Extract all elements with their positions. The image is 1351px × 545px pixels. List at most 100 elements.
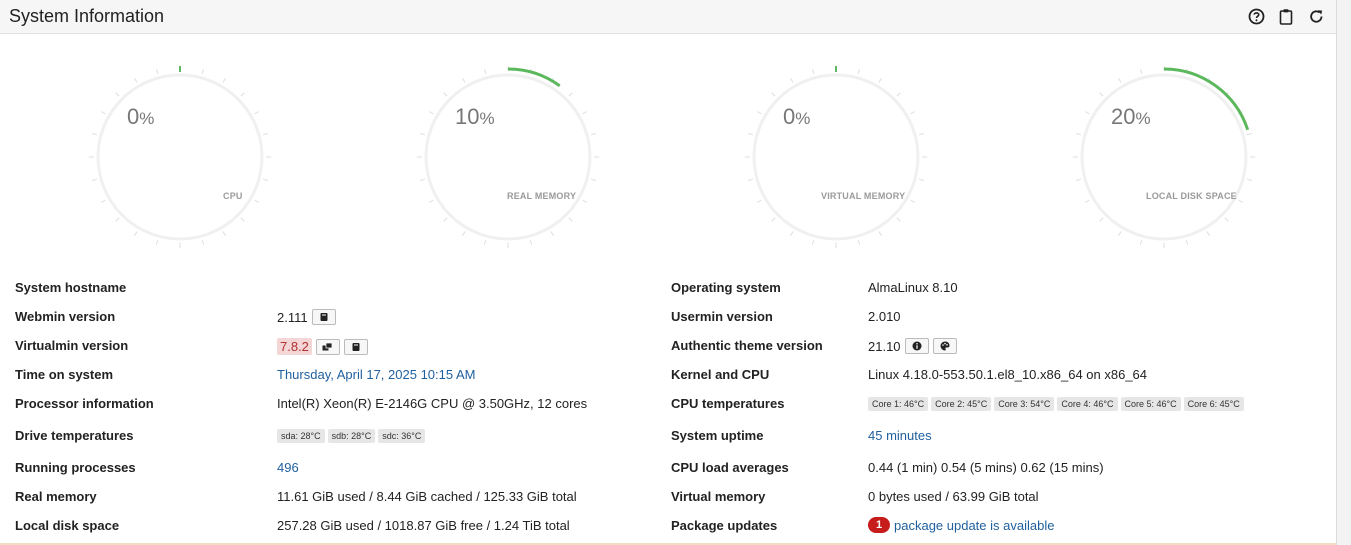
gauge-tick [1246,132,1253,136]
drive-temp-chip: sdb: 28°C [327,429,376,443]
panel-header: System Information [0,0,1336,34]
panel-title: System Information [9,6,165,26]
os-label: Operating system [671,280,781,295]
gauge-tick [443,217,448,222]
gauge-tick [262,132,269,136]
cpu-gauge: 0% CPU [80,60,280,255]
gauge-tick [811,68,815,75]
theme-version-label: Authentic theme version [671,338,823,353]
copy-icon [322,342,333,350]
webmin-version-value: 2.111 [277,309,308,325]
drive-temperatures-value: sda: 28°C sdb: 28°C sdc: 36°C [277,429,428,443]
cpu-temperatures-value: Core 1: 46°C Core 2: 45°C Core 3: 54°C C… [868,397,1247,411]
gauge-tick [222,77,226,83]
virtualmin-version-label: Virtualmin version [15,338,129,353]
scrollbar-track[interactable] [1337,0,1351,545]
theme-info-button[interactable] [904,338,929,354]
theme-version-value: 21.10 [868,338,901,354]
running-processes-link[interactable]: 496 [277,460,299,475]
gauge-tick [771,92,776,97]
gauge-percent: 0% [783,104,811,129]
drive-temp-chip: sdc: 36°C [378,429,426,443]
drive-temp-chip: sda: 28°C [277,429,325,443]
gauge-tick [201,239,205,246]
load-averages-value: 0.44 (1 min) 0.54 (5 mins) 0.62 (15 mins… [868,460,1104,475]
local-disk-gauge-dial [1073,66,1255,248]
gauge-tick [1118,231,1122,237]
webmin-version-row: 2.111 [277,309,336,325]
time-label: Time on system [15,367,114,382]
book-icon [320,313,328,321]
gauge-tick [878,231,882,237]
gauge-tick [462,77,466,83]
gauge-tick [756,199,762,203]
virtualmin-version-row: 7.8.2 [277,338,368,355]
virtual-memory-value: 0 bytes used / 63.99 GiB total [868,489,1039,504]
gauge-tick [756,111,762,115]
gauge-tick [747,132,754,136]
gauge-tick [582,199,588,203]
book-icon [352,342,360,351]
time-on-system-link[interactable]: Thursday, April 17, 2025 10:15 AM [277,367,476,382]
system-uptime-link[interactable]: 45 minutes [868,428,932,443]
gauge-tick [100,199,106,203]
gauge-tick [134,77,138,83]
gauge-tick [155,239,159,246]
real-memory-value: 11.61 GiB used / 8.44 GiB cached / 125.3… [277,489,577,504]
help-icon[interactable] [1246,6,1266,26]
gauge-tick [1224,217,1229,222]
gauge-tick [115,217,120,222]
uptime-label: System uptime [671,428,764,443]
gauge-tick [443,92,448,97]
virtualmin-packages-button[interactable] [315,338,340,355]
refresh-icon[interactable] [1306,6,1326,26]
gauge-tick [590,178,597,182]
gauge-tick [529,239,533,246]
gauge-tick [91,178,98,182]
gauge-tick [568,217,573,222]
gauge-tick [483,68,487,75]
gauge-tick [550,231,554,237]
gauge-tick [428,199,434,203]
os-value: AlmaLinux 8.10 [868,280,958,295]
gauge-tick [1246,178,1253,182]
theme-palette-button[interactable] [932,338,957,354]
clipboard-icon[interactable] [1276,6,1296,26]
webmin-version-label: Webmin version [15,309,116,324]
gauge-tick [134,231,138,237]
virtualmin-changelog-button[interactable] [343,338,368,355]
gauge-tick [857,68,861,75]
cpu-temperatures-label: CPU temperatures [671,396,785,411]
gauge-tick [462,231,466,237]
gauge-tick [240,217,245,222]
kernel-value: Linux 4.18.0-553.50.1.el8_10.x86_64 on x… [868,367,1148,382]
usermin-version-label: Usermin version [671,309,773,324]
processor-label: Processor information [15,396,154,411]
virtualmin-version-value: 7.8.2 [277,338,312,355]
info-icon [912,341,922,351]
usermin-version-value: 2.010 [868,309,901,324]
header-actions [1246,6,1326,26]
gauge-tick [1084,111,1090,115]
cpu-temp-chip: Core 3: 54°C [994,397,1055,411]
gauge-track [752,73,920,241]
gauge-value-arc [507,67,561,88]
gauge-label: LOCAL DISK SPACE [1146,191,1237,201]
cpu-temp-chip: Core 5: 46°C [1120,397,1181,411]
system-information-panel: System Information 0% CPU 10% REAL MEMOR… [0,0,1337,545]
gauge-tick [918,178,925,182]
package-updates-label: Package updates [671,518,778,533]
package-updates-link[interactable]: package update is available [894,518,1054,533]
gauge-percent: 20% [1111,104,1151,129]
gauge-track [424,73,592,241]
webmin-changelog-button[interactable] [311,309,336,325]
virtual-memory-gauge-dial [745,66,927,248]
gauge-tick [910,199,916,203]
update-count-badge: 1 [868,517,890,533]
virtual-memory-label: Virtual memory [671,489,766,504]
processes-label: Running processes [15,460,136,475]
gauge-tick [254,199,260,203]
gauge-tick [790,231,794,237]
gauge-tick [419,178,426,182]
gauge-tick [222,231,226,237]
